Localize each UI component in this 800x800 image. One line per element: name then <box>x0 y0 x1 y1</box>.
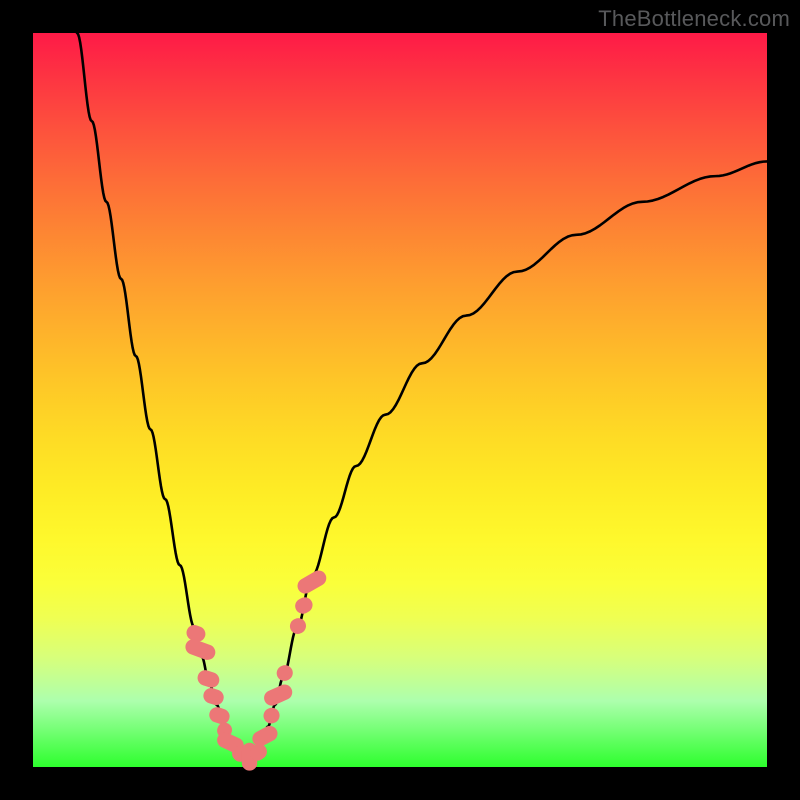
right-curve <box>255 161 767 756</box>
curve-marker <box>295 568 329 597</box>
curve-marker <box>201 686 225 707</box>
curve-marker <box>274 663 295 684</box>
curve-layer <box>77 33 767 756</box>
curve-marker <box>207 705 231 726</box>
curve-marker <box>196 668 222 689</box>
plot-area <box>33 33 767 767</box>
curve-marker <box>262 682 295 708</box>
curve-marker <box>287 615 308 636</box>
chart-frame: TheBottleneck.com <box>0 0 800 800</box>
watermark-text: TheBottleneck.com <box>598 6 790 32</box>
chart-svg <box>33 33 767 767</box>
curve-marker <box>292 595 315 617</box>
curve-marker <box>261 705 282 726</box>
left-curve <box>77 33 244 756</box>
